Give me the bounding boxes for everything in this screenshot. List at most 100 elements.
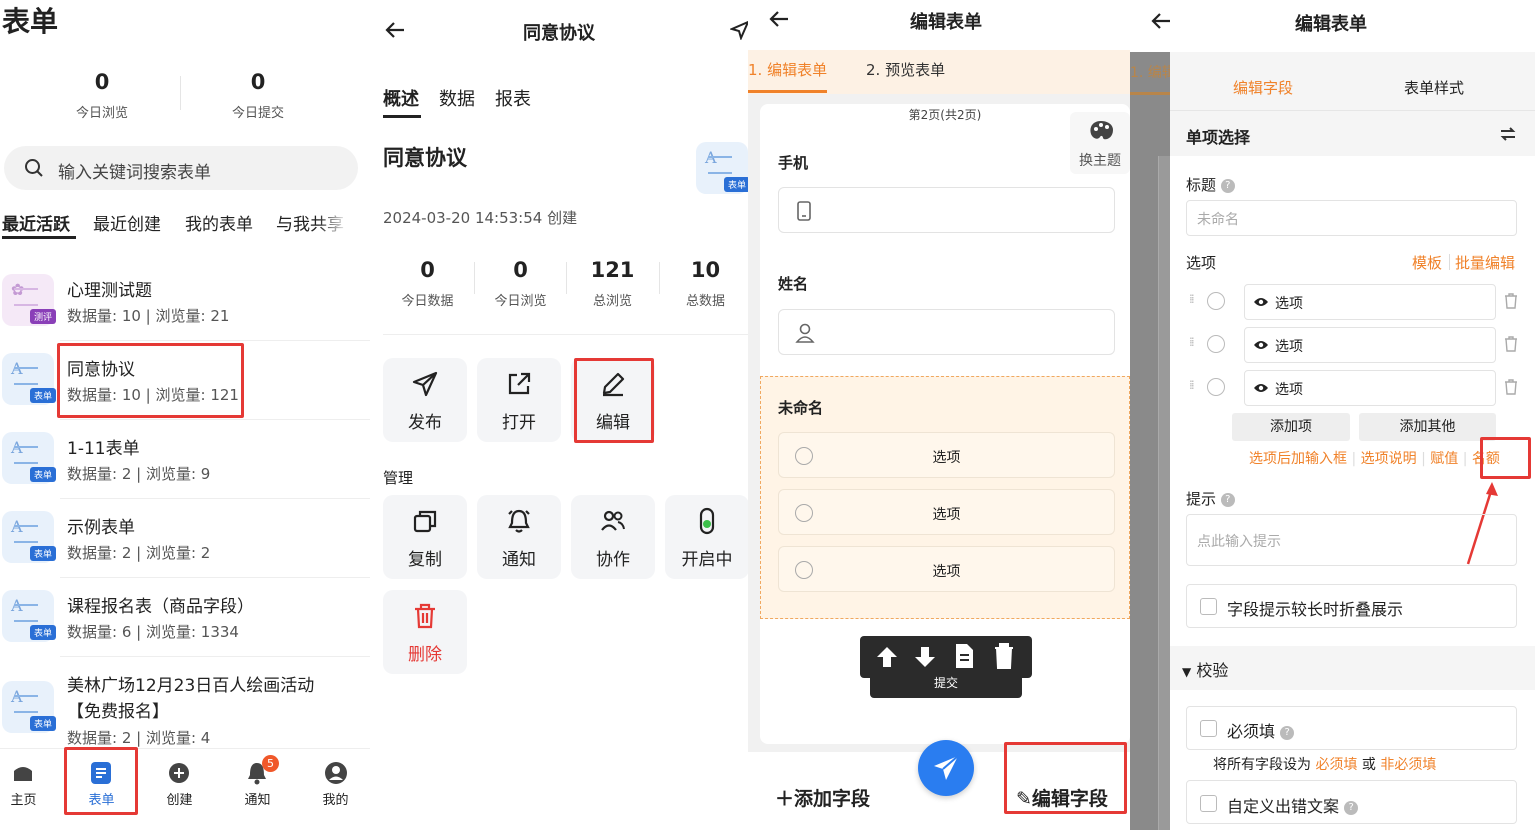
template-link[interactable]: 模板: [1412, 252, 1442, 273]
required-checkbox[interactable]: [1200, 720, 1217, 737]
assign-value-link[interactable]: 赋值: [1430, 451, 1458, 467]
list-item[interactable]: A 表单 1-11表单 数据量: 2 | 浏览量: 9: [0, 420, 370, 498]
add-other-button[interactable]: 添加其他: [1359, 413, 1496, 441]
input-after-option-link[interactable]: 选项后加输入框: [1249, 451, 1347, 467]
tab-underline: [383, 115, 421, 118]
field-settings-panel: 编辑表单 1. 编辑 编辑字段 表单样式 单项选择 标题 ? 未命名 选项 模板…: [1130, 0, 1535, 830]
field-label-name: 姓名: [778, 275, 809, 293]
selected-field-block[interactable]: 未命名 选项 选项 选项: [760, 376, 1130, 619]
field-type-row[interactable]: 单项选择: [1170, 110, 1535, 156]
help-icon: ?: [1220, 492, 1235, 507]
tab-data[interactable]: 数据: [439, 85, 475, 111]
title-input[interactable]: 未命名: [1186, 200, 1517, 236]
radio-circle[interactable]: [1207, 292, 1225, 310]
collapse-hint-checkbox[interactable]: [1200, 598, 1217, 615]
collaborate-button[interactable]: 协作: [571, 495, 655, 579]
batch-edit-link[interactable]: 批量编辑: [1455, 252, 1515, 273]
list-item[interactable]: A 表单 示例表单 数据量: 2 | 浏览量: 2: [0, 499, 370, 577]
highlight-box: [1004, 742, 1127, 814]
set-all-required-link[interactable]: 必须填: [1315, 757, 1357, 773]
required-option[interactable]: 必须填 ?: [1186, 706, 1517, 750]
step-edit[interactable]: 1. 编辑表单: [748, 59, 827, 80]
manage-label: 管理: [383, 469, 414, 487]
search-input[interactable]: 输入关键词搜索表单: [4, 146, 358, 190]
tab-recent-active[interactable]: 最近活跃: [2, 210, 70, 235]
name-input[interactable]: [778, 309, 1115, 355]
forms-list-panel: 表单 0 今日浏览 0 今日提交 输入关键词搜索表单 最近活跃 最近创建 我的表…: [0, 0, 370, 830]
eye-icon[interactable]: [1253, 296, 1269, 308]
open-button[interactable]: 打开: [477, 358, 561, 442]
drag-handle-icon[interactable]: ⁞⁞: [1189, 292, 1194, 306]
enabled-toggle[interactable]: 开启中: [665, 495, 748, 579]
tab-edit-field[interactable]: 编辑字段: [1170, 77, 1356, 98]
set-all-optional-link[interactable]: 非必须填: [1380, 757, 1436, 773]
tab-recent-created[interactable]: 最近创建: [93, 210, 161, 235]
radio-option[interactable]: 选项: [778, 489, 1115, 535]
tab-report[interactable]: 报表: [495, 85, 531, 111]
trash-icon[interactable]: [1504, 336, 1518, 352]
dimmed-backdrop[interactable]: 1. 编辑: [1130, 52, 1176, 830]
bell-alert-icon: [508, 509, 530, 533]
option-row: ⁞⁞ 选项: [1186, 370, 1531, 406]
tab-my-forms[interactable]: 我的表单: [185, 210, 253, 235]
header-bar: 编辑表单: [748, 0, 1130, 50]
tab-underline: [2, 236, 76, 239]
bottom-nav: 主页 表单 创建 5 通知 我的: [0, 747, 370, 830]
submit-fab-button[interactable]: [918, 740, 974, 796]
trash-icon[interactable]: [1504, 293, 1518, 309]
external-link-icon: [508, 372, 531, 395]
move-up-icon[interactable]: [874, 644, 900, 670]
add-item-button[interactable]: 添加项: [1232, 413, 1350, 441]
publish-button[interactable]: 发布: [383, 358, 467, 442]
swap-icon[interactable]: [1499, 125, 1517, 143]
palette-icon: [1090, 121, 1113, 140]
hint-textarea[interactable]: 点此输入提示: [1186, 514, 1517, 566]
delete-button[interactable]: 删除: [383, 590, 467, 674]
copy-button[interactable]: 复制: [383, 495, 467, 579]
theme-button[interactable]: 换主题: [1070, 112, 1130, 174]
extra-links: 选项后加输入框 | 选项说明 | 赋值 | 名额: [1249, 451, 1500, 467]
stat-today-views: 0 今日浏览: [75, 70, 128, 121]
drag-handle-icon[interactable]: ⁞⁞: [1189, 335, 1194, 349]
trash-icon[interactable]: [992, 642, 1016, 670]
step-bar: 1. 编辑表单 2. 预览表单: [748, 50, 1130, 94]
radio-circle[interactable]: [1207, 335, 1225, 353]
move-down-icon[interactable]: [912, 644, 938, 670]
collapse-hint-option[interactable]: 字段提示较长时折叠展示: [1186, 584, 1517, 628]
trash-icon[interactable]: [1504, 379, 1518, 395]
eye-icon[interactable]: [1253, 382, 1269, 394]
option-input[interactable]: 选项: [1244, 370, 1496, 406]
tab-form-style[interactable]: 表单样式: [1348, 77, 1520, 98]
list-item[interactable]: A 表单 课程报名表（商品字段） 数据量: 6 | 浏览量: 1334: [0, 578, 370, 656]
duplicate-icon[interactable]: [952, 642, 976, 670]
add-field-button[interactable]: ＋添加字段: [775, 784, 870, 811]
form-icon: A 表单: [2, 681, 56, 733]
step-preview[interactable]: 2. 预览表单: [866, 59, 945, 80]
highlight-box: [1480, 437, 1531, 479]
form-editor-panel: 编辑表单 1. 编辑表单 2. 预览表单 第2页(共2页) 换主题 手机 姓名 …: [748, 0, 1130, 830]
radio-option[interactable]: 选项: [778, 546, 1115, 592]
send-icon: [934, 755, 959, 780]
tab-shared-with-me[interactable]: 与我共享: [276, 210, 348, 234]
tab-overview[interactable]: 概述: [383, 85, 419, 111]
field-label-phone: 手机: [778, 154, 809, 172]
page-title: 表单: [2, 5, 59, 38]
stat-total-views: 121 总浏览: [590, 258, 635, 309]
user-icon: [325, 762, 347, 784]
drag-handle-icon[interactable]: ⁞⁞: [1189, 378, 1194, 392]
phone-input[interactable]: [778, 187, 1115, 233]
send-icon[interactable]: [730, 20, 748, 40]
validation-section-header[interactable]: ▼ 校验: [1170, 646, 1535, 690]
radio-circle[interactable]: [1207, 378, 1225, 396]
custom-error-option[interactable]: 自定义出错文案 ?: [1186, 780, 1517, 824]
settings-tabs: 编辑字段 表单样式: [1170, 52, 1535, 110]
eye-icon[interactable]: [1253, 339, 1269, 351]
option-description-link[interactable]: 选项说明: [1361, 451, 1417, 467]
option-input[interactable]: 选项: [1244, 284, 1496, 320]
custom-error-checkbox[interactable]: [1200, 795, 1217, 812]
list-item[interactable]: A 表单 美林广场12月23日百人绘画活动 【免费报名】 数据量: 2 | 浏览量…: [0, 657, 370, 757]
radio-option[interactable]: 选项: [778, 432, 1115, 478]
notify-button[interactable]: 通知: [477, 495, 561, 579]
list-item[interactable]: ✿ 测评 心理测试题 数据量: 10 | 浏览量: 21: [0, 262, 370, 340]
option-input[interactable]: 选项: [1244, 327, 1496, 363]
